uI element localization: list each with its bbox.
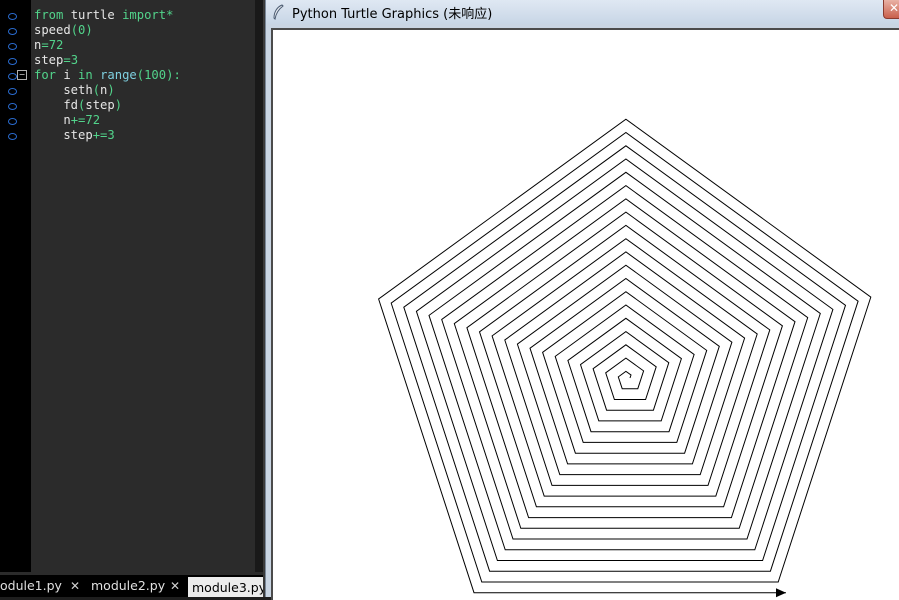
window-titlebar[interactable]: Python Turtle Graphics (未响应) ✕ <box>266 0 899 24</box>
code-line[interactable]: seth(n) <box>34 83 181 98</box>
tab-module1-close-icon[interactable]: ✕ <box>70 575 80 597</box>
code-line[interactable]: fd(step) <box>34 98 181 113</box>
tab-module1[interactable]: odule1.py <box>0 575 62 597</box>
window-title: Python Turtle Graphics (未响应) <box>292 7 493 22</box>
breakpoint-marker-icon[interactable] <box>8 133 17 140</box>
code-line[interactable]: n=72 <box>34 38 181 53</box>
breakpoint-marker-icon[interactable] <box>8 73 17 80</box>
breakpoint-marker-icon[interactable] <box>8 88 17 95</box>
editor-scrollbar[interactable] <box>255 0 263 572</box>
fold-toggle-icon[interactable]: − <box>17 70 27 80</box>
breakpoint-marker-icon[interactable] <box>8 13 17 20</box>
code-line[interactable]: n+=72 <box>34 113 181 128</box>
code-text[interactable]: from turtle import* speed(0) n=72 step=3 for… <box>34 8 181 143</box>
code-line[interactable]: from turtle import* <box>34 8 181 23</box>
code-editor[interactable]: − from turtle import* speed(0) n=72 step=3 f… <box>0 0 263 597</box>
turtle-canvas <box>378 118 872 598</box>
editor-gutter: − <box>0 0 31 572</box>
breakpoint-marker-icon[interactable] <box>8 118 17 125</box>
turtle-spiral-path <box>378 118 872 594</box>
code-line[interactable]: speed(0) <box>34 23 181 38</box>
window-close-button[interactable]: ✕ <box>883 0 899 19</box>
breakpoint-marker-icon[interactable] <box>8 103 17 110</box>
feather-icon <box>273 4 284 20</box>
tab-module2[interactable]: module2.py <box>91 575 165 597</box>
tab-module2-close-icon[interactable]: ✕ <box>170 575 180 597</box>
breakpoint-marker-icon[interactable] <box>8 28 17 35</box>
breakpoint-marker-icon[interactable] <box>8 43 17 50</box>
turtle-cursor-icon <box>776 588 786 598</box>
code-line[interactable]: for i in range(100): <box>34 68 181 83</box>
file-tab-bar: odule1.py ✕ module2.py ✕ module3.py <box>0 575 271 597</box>
code-line[interactable]: step+=3 <box>34 128 181 143</box>
breakpoint-marker-icon[interactable] <box>8 58 17 65</box>
turtle-graphics-window: Python Turtle Graphics (未响应) ✕ <box>265 0 899 600</box>
code-line[interactable]: step=3 <box>34 53 181 68</box>
tab-module3[interactable]: module3.py <box>188 577 271 597</box>
turtle-canvas-frame <box>271 28 899 600</box>
